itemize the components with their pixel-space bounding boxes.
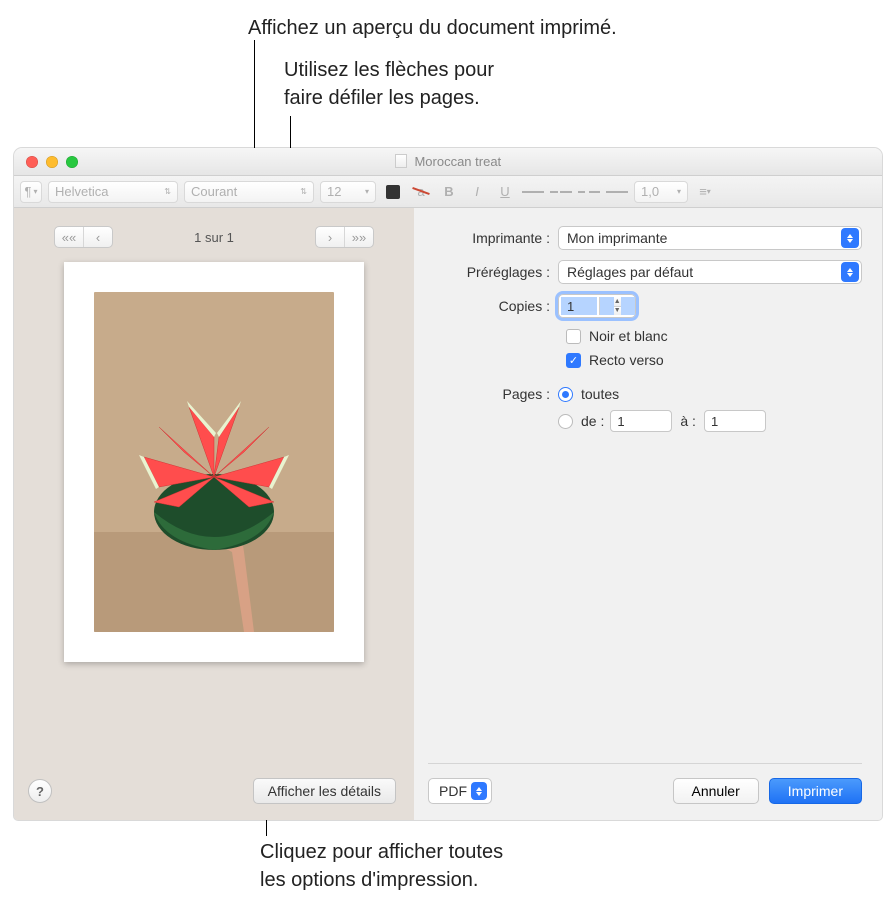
close-icon[interactable] — [26, 156, 38, 168]
copies-input[interactable]: 1 ▲ ▼ — [558, 294, 636, 318]
chevron-down-icon — [471, 782, 487, 800]
first-page-button[interactable]: «« — [55, 227, 83, 247]
pdf-label: PDF — [439, 783, 467, 799]
dialog-footer: PDF Annuler Imprimer — [428, 763, 862, 804]
italic-icon[interactable]: I — [466, 181, 488, 203]
align-center-icon[interactable] — [550, 181, 572, 203]
traffic-lights — [14, 156, 78, 168]
pages-range-row: de : 1 à : 1 — [428, 410, 862, 432]
bw-label: Noir et blanc — [589, 328, 668, 344]
pages-all-label: toutes — [581, 386, 619, 402]
preview-pane: «« ‹ 1 sur 1 › »» — [14, 208, 414, 820]
copies-value: 1 — [561, 297, 597, 315]
printer-select[interactable]: Mon imprimante — [558, 226, 862, 250]
window-title: Moroccan treat — [414, 154, 501, 169]
bw-row: Noir et blanc — [566, 328, 862, 344]
underline-icon[interactable]: U — [494, 181, 516, 203]
callout-preview: Affichez un aperçu du document imprimé. — [248, 14, 617, 42]
copies-stepper[interactable]: ▲ ▼ — [599, 297, 636, 315]
list-menu-icon[interactable]: ≡ ▾ — [694, 181, 716, 203]
page-indicator: 1 sur 1 — [194, 230, 234, 245]
callout-details-line1: Cliquez pour afficher toutes — [260, 841, 503, 863]
callout-details-line2: les options d'impression. — [260, 869, 478, 891]
page-navigator: «« ‹ 1 sur 1 › »» — [54, 226, 374, 248]
bw-checkbox[interactable] — [566, 329, 581, 344]
titlebar: Moroccan treat — [14, 148, 882, 176]
pages-to-label: à : — [680, 413, 696, 429]
format-toolbar: ¶ ▾ Helvetica⇅ Courant⇅ 12▾ a B I U 1,0▾… — [14, 176, 882, 208]
duplex-label: Recto verso — [589, 352, 664, 368]
print-sheet: «« ‹ 1 sur 1 › »» — [14, 208, 882, 820]
pages-all-row: Pages : toutes — [428, 386, 862, 402]
last-page-button[interactable]: »» — [344, 227, 373, 247]
line-spacing-select[interactable]: 1,0▾ — [634, 181, 688, 203]
show-details-button[interactable]: Afficher les détails — [253, 778, 396, 804]
preview-image — [94, 292, 334, 632]
app-window: Moroccan treat ¶ ▾ Helvetica⇅ Courant⇅ 1… — [14, 148, 882, 820]
callout-arrows: Utilisez les flèches pour faire défiler … — [284, 56, 494, 112]
printer-label: Imprimante : — [428, 230, 558, 246]
callout-arrows-line1: Utilisez les flèches pour — [284, 59, 494, 81]
paragraph-style-menu[interactable]: ¶ ▾ — [20, 181, 42, 203]
pages-all-radio[interactable] — [558, 387, 573, 402]
window-title-wrap: Moroccan treat — [14, 154, 882, 169]
align-left-icon[interactable] — [522, 181, 544, 203]
chevron-down-icon[interactable]: ▼ — [614, 306, 621, 315]
help-button[interactable]: ? — [28, 779, 52, 803]
pages-label: Pages : — [428, 386, 558, 402]
minimize-icon[interactable] — [46, 156, 58, 168]
align-justify-icon[interactable] — [606, 181, 628, 203]
printer-select-value: Mon imprimante — [567, 230, 667, 246]
line-spacing-value: 1,0 — [641, 184, 659, 199]
print-button[interactable]: Imprimer — [769, 778, 862, 804]
text-color-icon[interactable] — [382, 181, 404, 203]
callout-details: Cliquez pour afficher toutes les options… — [260, 838, 503, 894]
font-style-select[interactable]: Courant⇅ — [184, 181, 314, 203]
font-size-value: 12 — [327, 184, 341, 199]
pager-forward-group: › »» — [315, 226, 374, 248]
updown-icon — [841, 228, 859, 248]
pages-to-input[interactable]: 1 — [704, 410, 766, 432]
pager-back-group: «« ‹ — [54, 226, 113, 248]
copies-row: Copies : 1 ▲ ▼ — [428, 294, 862, 318]
cancel-button[interactable]: Annuler — [673, 778, 759, 804]
presets-label: Préréglages : — [428, 264, 558, 280]
font-size-select[interactable]: 12▾ — [320, 181, 376, 203]
next-page-button[interactable]: › — [316, 227, 344, 247]
presets-select-value: Réglages par défaut — [567, 264, 693, 280]
printer-row: Imprimante : Mon imprimante — [428, 226, 862, 250]
align-right-icon[interactable] — [578, 181, 600, 203]
print-options-pane: Imprimante : Mon imprimante Préréglages … — [414, 208, 882, 820]
font-style-value: Courant — [191, 184, 237, 199]
pages-from-input[interactable]: 1 — [610, 410, 672, 432]
font-select[interactable]: Helvetica⇅ — [48, 181, 178, 203]
chevron-up-icon[interactable]: ▲ — [614, 297, 621, 306]
pages-range-radio[interactable] — [558, 414, 573, 429]
callout-arrows-line2: faire défiler les pages. — [284, 87, 480, 109]
presets-row: Préréglages : Réglages par défaut — [428, 260, 862, 284]
document-icon — [395, 154, 407, 168]
duplex-checkbox[interactable]: ✓ — [566, 353, 581, 368]
prev-page-button[interactable]: ‹ — [83, 227, 112, 247]
bold-icon[interactable]: B — [438, 181, 460, 203]
preview-footer: ? Afficher les détails — [28, 778, 414, 804]
zoom-icon[interactable] — [66, 156, 78, 168]
font-select-value: Helvetica — [55, 184, 108, 199]
page-preview — [64, 262, 364, 662]
presets-select[interactable]: Réglages par défaut — [558, 260, 862, 284]
pdf-menu-button[interactable]: PDF — [428, 778, 492, 804]
duplex-row: ✓ Recto verso — [566, 352, 862, 368]
updown-icon — [841, 262, 859, 282]
clear-formatting-icon[interactable]: a — [410, 181, 432, 203]
copies-label: Copies : — [428, 298, 558, 314]
pages-from-label: de : — [581, 413, 604, 429]
